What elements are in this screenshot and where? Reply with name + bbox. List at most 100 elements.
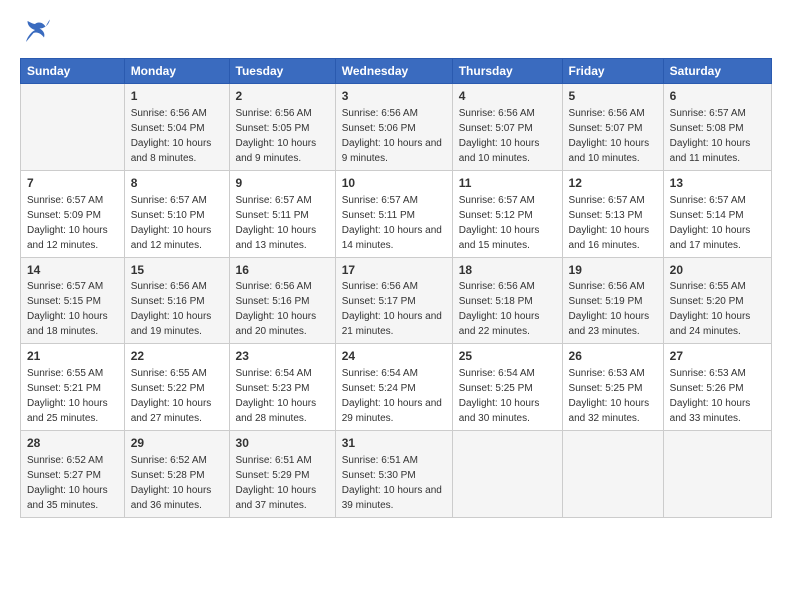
day-cell: 11Sunrise: 6:57 AMSunset: 5:12 PMDayligh… (452, 170, 562, 257)
sunrise-text: Sunrise: 6:55 AM (670, 281, 746, 292)
day-number: 29 (131, 435, 223, 452)
sunset-text: Sunset: 5:26 PM (670, 383, 744, 394)
sunset-text: Sunset: 5:09 PM (27, 210, 101, 221)
day-cell: 26Sunrise: 6:53 AMSunset: 5:25 PMDayligh… (562, 344, 663, 431)
daylight-text: Daylight: 10 hours and 20 minutes. (236, 311, 317, 337)
day-number: 24 (342, 348, 446, 365)
day-cell: 25Sunrise: 6:54 AMSunset: 5:25 PMDayligh… (452, 344, 562, 431)
header-cell-saturday: Saturday (663, 59, 771, 84)
day-number: 31 (342, 435, 446, 452)
sunset-text: Sunset: 5:19 PM (569, 296, 643, 307)
day-cell: 27Sunrise: 6:53 AMSunset: 5:26 PMDayligh… (663, 344, 771, 431)
daylight-text: Daylight: 10 hours and 10 minutes. (459, 138, 540, 164)
sunset-text: Sunset: 5:25 PM (569, 383, 643, 394)
logo-icon (20, 18, 50, 48)
day-cell: 8Sunrise: 6:57 AMSunset: 5:10 PMDaylight… (124, 170, 229, 257)
daylight-text: Daylight: 10 hours and 24 minutes. (670, 311, 751, 337)
day-cell: 15Sunrise: 6:56 AMSunset: 5:16 PMDayligh… (124, 257, 229, 344)
sunrise-text: Sunrise: 6:56 AM (459, 108, 535, 119)
day-cell: 3Sunrise: 6:56 AMSunset: 5:06 PMDaylight… (335, 84, 452, 171)
sunset-text: Sunset: 5:25 PM (459, 383, 533, 394)
header-cell-monday: Monday (124, 59, 229, 84)
daylight-text: Daylight: 10 hours and 9 minutes. (342, 138, 442, 164)
day-number: 17 (342, 262, 446, 279)
sunrise-text: Sunrise: 6:55 AM (27, 368, 103, 379)
day-cell: 9 Sunrise: 6:57 AM Sunset: 5:11 PM Daylight… (229, 170, 335, 257)
daylight-text: Daylight: 10 hours and 37 minutes. (236, 485, 317, 511)
day-cell: 10Sunrise: 6:57 AMSunset: 5:11 PMDayligh… (335, 170, 452, 257)
sunset-text: Sunset: 5:16 PM (236, 296, 310, 307)
day-cell (562, 431, 663, 518)
sunrise-text: Sunrise: 6:57 AM (670, 108, 746, 119)
sunset-text: Sunset: 5:29 PM (236, 470, 310, 481)
day-cell: 4Sunrise: 6:56 AMSunset: 5:07 PMDaylight… (452, 84, 562, 171)
sunset-text: Sunset: 5:11 PM (342, 210, 415, 221)
sunset-text: Sunset: 5:06 PM (342, 123, 416, 134)
day-number: 4 (459, 88, 556, 105)
sunset-text: Sunset: 5:23 PM (236, 383, 310, 394)
sunrise-text: Sunrise: 6:55 AM (131, 368, 207, 379)
day-cell: 19Sunrise: 6:56 AMSunset: 5:19 PMDayligh… (562, 257, 663, 344)
daylight-text: Daylight: 10 hours and 16 minutes. (569, 225, 650, 251)
sunset-text: Sunset: 5:05 PM (236, 123, 310, 134)
day-number: 7 (27, 175, 118, 192)
day-cell (452, 431, 562, 518)
sunrise-text: Sunrise: 6:54 AM (459, 368, 535, 379)
sunrise-text: Sunrise: 6:56 AM (459, 281, 535, 292)
day-number: 28 (27, 435, 118, 452)
day-cell: 18Sunrise: 6:56 AMSunset: 5:18 PMDayligh… (452, 257, 562, 344)
sunrise-text: Sunrise: 6:56 AM (236, 281, 312, 292)
sunset-text: Sunset: 5:16 PM (131, 296, 205, 307)
header-cell-friday: Friday (562, 59, 663, 84)
daylight-text: Daylight: 10 hours and 15 minutes. (459, 225, 540, 251)
daylight-text: Daylight: 10 hours and 10 minutes. (569, 138, 650, 164)
day-cell: 5Sunrise: 6:56 AMSunset: 5:07 PMDaylight… (562, 84, 663, 171)
day-cell: 7Sunrise: 6:57 AMSunset: 5:09 PMDaylight… (21, 170, 125, 257)
day-number: 5 (569, 88, 657, 105)
sunset-text: Sunset: 5:18 PM (459, 296, 533, 307)
sunset-text: Sunset: 5:11 PM (236, 210, 309, 221)
day-number: 2 (236, 88, 329, 105)
logo (20, 18, 54, 48)
sunset-text: Sunset: 5:27 PM (27, 470, 101, 481)
header (20, 18, 772, 48)
day-number: 15 (131, 262, 223, 279)
sunset-text: Sunset: 5:08 PM (670, 123, 744, 134)
day-cell: 20Sunrise: 6:55 AMSunset: 5:20 PMDayligh… (663, 257, 771, 344)
page: SundayMondayTuesdayWednesdayThursdayFrid… (0, 0, 792, 612)
day-number: 22 (131, 348, 223, 365)
daylight-text: Daylight: 10 hours and 18 minutes. (27, 311, 108, 337)
day-cell: 14Sunrise: 6:57 AMSunset: 5:15 PMDayligh… (21, 257, 125, 344)
header-cell-sunday: Sunday (21, 59, 125, 84)
day-cell: 16Sunrise: 6:56 AMSunset: 5:16 PMDayligh… (229, 257, 335, 344)
sunrise-text: Sunrise: 6:57 AM (131, 195, 207, 206)
week-row-3: 21Sunrise: 6:55 AMSunset: 5:21 PMDayligh… (21, 344, 772, 431)
day-cell: 24Sunrise: 6:54 AMSunset: 5:24 PMDayligh… (335, 344, 452, 431)
sunset-text: Sunset: 5:24 PM (342, 383, 416, 394)
sunrise-text: Sunrise: 6:56 AM (342, 281, 418, 292)
daylight-text: Daylight: 10 hours and 21 minutes. (342, 311, 442, 337)
day-cell: 12Sunrise: 6:57 AMSunset: 5:13 PMDayligh… (562, 170, 663, 257)
sunrise-text: Sunrise: 6:57 AM (27, 281, 103, 292)
daylight-text: Daylight: 10 hours and 29 minutes. (342, 398, 442, 424)
week-row-1: 7 Sunrise: 6:57 AM Sunset: 5:09 PM Daylight… (21, 170, 772, 257)
day-cell: 21Sunrise: 6:55 AMSunset: 5:21 PMDayligh… (21, 344, 125, 431)
sunrise-text: Sunrise: 6:56 AM (131, 281, 207, 292)
daylight-text: Daylight: 10 hours and 23 minutes. (569, 311, 650, 337)
sunset-text: Sunset: 5:12 PM (459, 210, 533, 221)
sunrise-text: Sunrise: 6:56 AM (236, 108, 312, 119)
day-cell: 22Sunrise: 6:55 AMSunset: 5:22 PMDayligh… (124, 344, 229, 431)
daylight-text: Daylight: 10 hours and 30 minutes. (459, 398, 540, 424)
day-number: 3 (342, 88, 446, 105)
day-number: 10 (342, 175, 446, 192)
daylight-text: Daylight: 10 hours and 13 minutes. (236, 225, 317, 251)
daylight-text: Daylight: 10 hours and 8 minutes. (131, 138, 212, 164)
day-number: 12 (569, 175, 657, 192)
day-number: 9 (236, 175, 329, 192)
day-number: 27 (670, 348, 765, 365)
day-number: 6 (670, 88, 765, 105)
daylight-text: Daylight: 10 hours and 9 minutes. (236, 138, 317, 164)
daylight-text: Daylight: 10 hours and 11 minutes. (670, 138, 751, 164)
daylight-text: Daylight: 10 hours and 27 minutes. (131, 398, 212, 424)
sunrise-text: Sunrise: 6:57 AM (236, 195, 312, 206)
